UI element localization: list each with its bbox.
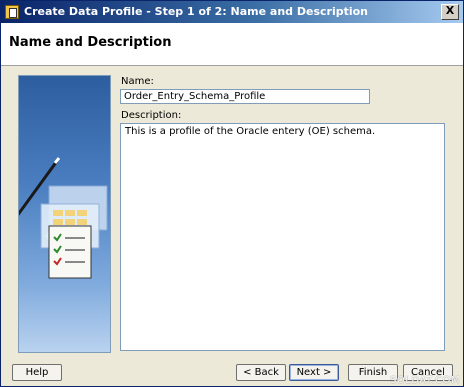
button-bar: Help < Back Next > Finish Cancel SOLDAT.…: [1, 358, 463, 386]
name-field[interactable]: Order_Entry_Schema_Profile: [120, 89, 370, 104]
wizard-art-icon: [19, 157, 108, 279]
step-header: Name and Description: [1, 23, 463, 66]
dialog-window: Create Data Profile - Step 1 of 2: Name …: [0, 0, 464, 387]
description-field[interactable]: This is a profile of the Oracle entery (…: [120, 123, 445, 351]
page-title: Name and Description: [9, 35, 172, 50]
main-content: Name: Order_Entry_Schema_Profile Descrip…: [1, 66, 463, 358]
name-label: Name:: [121, 76, 154, 87]
next-button[interactable]: Next >: [289, 364, 339, 381]
title-bar[interactable]: Create Data Profile - Step 1 of 2: Name …: [1, 1, 463, 23]
close-button[interactable]: X: [441, 4, 459, 20]
wizard-illustration: [18, 75, 111, 353]
app-icon: [5, 5, 19, 19]
help-button[interactable]: Help: [12, 364, 62, 381]
window-title: Create Data Profile - Step 1 of 2: Name …: [24, 5, 369, 18]
watermark-text: SOLDAT.COM: [390, 375, 460, 386]
description-label: Description:: [121, 110, 182, 121]
back-button[interactable]: < Back: [236, 364, 286, 381]
